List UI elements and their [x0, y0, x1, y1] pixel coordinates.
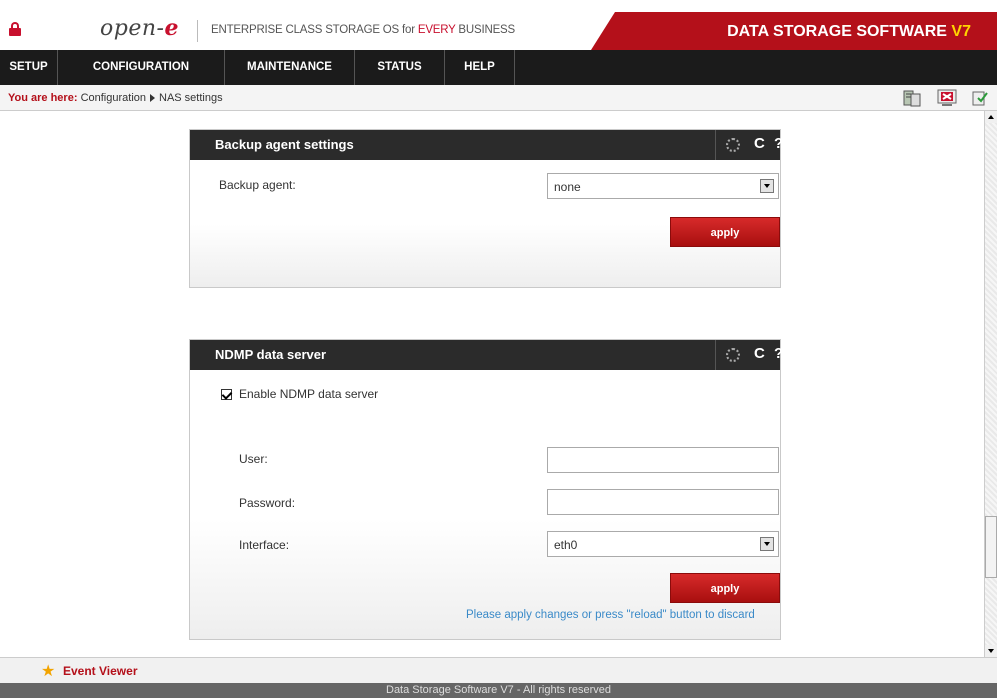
menu-maintenance[interactable]: MAINTENANCE: [225, 50, 355, 85]
content-area: Backup agent settings C ? Backup agent: …: [0, 111, 984, 657]
loading-icon: [726, 138, 740, 152]
menu-status[interactable]: STATUS: [355, 50, 445, 85]
open-e-logo: open-e: [100, 15, 179, 41]
menu-configuration[interactable]: CONFIGURATION: [58, 50, 225, 85]
enable-ndmp-label[interactable]: Enable NDMP data server: [239, 387, 378, 401]
breadcrumb: You are here: Configuration NAS settings: [0, 85, 997, 111]
enable-ndmp-checkbox[interactable]: [221, 389, 232, 400]
menu-help[interactable]: HELP: [445, 50, 515, 85]
interface-label: Interface:: [239, 538, 290, 552]
server-icon[interactable]: [902, 88, 922, 108]
loading-icon: [726, 348, 740, 362]
backup-agent-label: Backup agent:: [219, 178, 296, 192]
breadcrumb-configuration[interactable]: Configuration: [81, 92, 146, 104]
lock-icon[interactable]: [9, 22, 21, 36]
footer-text: Data Storage Software V7 - All rights re…: [386, 684, 611, 696]
breadcrumb-nas-settings: NAS settings: [159, 92, 223, 104]
breadcrumb-arrow-icon: [150, 94, 155, 103]
scroll-up-icon[interactable]: [985, 111, 997, 123]
main-menu: SETUP CONFIGURATION MAINTENANCE STATUS H…: [0, 50, 997, 87]
menu-setup[interactable]: SETUP: [0, 50, 58, 85]
help-icon[interactable]: ?: [774, 345, 783, 362]
help-icon[interactable]: ?: [774, 135, 783, 152]
apply-button[interactable]: apply: [670, 573, 780, 603]
event-viewer-link[interactable]: Event Viewer: [63, 664, 137, 678]
footer: Data Storage Software V7 - All rights re…: [0, 683, 997, 698]
scroll-down-icon[interactable]: [985, 645, 997, 657]
scroll-thumb[interactable]: [985, 516, 997, 578]
password-field[interactable]: [547, 489, 779, 515]
panel-header-divider: [715, 130, 716, 160]
panel-title: NDMP data server: [215, 347, 327, 362]
apply-note: Please apply changes or press "reload" b…: [466, 609, 755, 621]
panel-header: NDMP data server C ?: [190, 340, 783, 370]
interface-select[interactable]: eth0: [547, 531, 779, 557]
chevron-down-icon[interactable]: [760, 179, 774, 193]
logout-icon[interactable]: [937, 88, 957, 108]
panel-title: Backup agent settings: [215, 137, 354, 152]
user-label: User:: [239, 452, 268, 466]
interface-value: eth0: [554, 538, 578, 552]
vertical-scrollbar[interactable]: [984, 111, 997, 657]
tagline: ENTERPRISE CLASS STORAGE OS for EVERY BU…: [211, 24, 515, 36]
panel-header: Backup agent settings C ?: [190, 130, 783, 160]
top-header: open-e ENTERPRISE CLASS STORAGE OS for E…: [0, 0, 997, 50]
backup-agent-select[interactable]: none: [547, 173, 779, 199]
header-divider: [197, 20, 198, 42]
password-label: Password:: [239, 496, 296, 510]
apply-button[interactable]: apply: [670, 217, 780, 247]
info-icon[interactable]: [970, 88, 990, 108]
product-banner: DATA STORAGE SOFTWARE V7: [591, 12, 997, 50]
reload-icon[interactable]: C: [754, 345, 765, 362]
backup-agent-panel: Backup agent settings C ? Backup agent: …: [189, 129, 783, 288]
chevron-down-icon[interactable]: [760, 537, 774, 551]
breadcrumb-text: You are here: Configuration NAS settings: [8, 92, 223, 104]
user-field[interactable]: [547, 447, 779, 473]
panel-header-divider: [715, 340, 716, 370]
backup-agent-value: none: [554, 180, 581, 194]
ndmp-panel: NDMP data server C ? Enable NDMP data se…: [189, 339, 783, 640]
reload-icon[interactable]: C: [754, 135, 765, 152]
event-viewer-bar: ★ Event Viewer: [0, 657, 997, 683]
star-icon: ★: [41, 663, 56, 680]
product-title: DATA STORAGE SOFTWARE V7: [727, 23, 971, 40]
